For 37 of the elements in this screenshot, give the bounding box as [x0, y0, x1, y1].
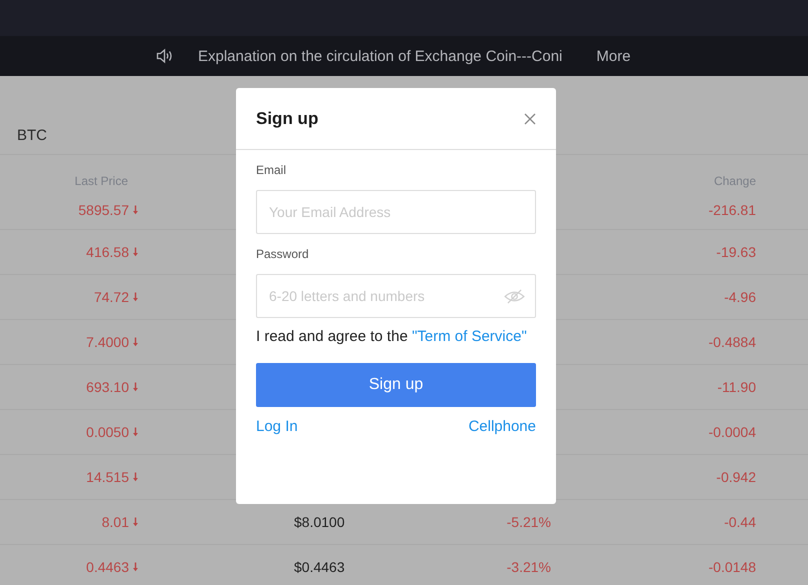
- last-price: 14.515: [86, 469, 129, 485]
- change-value: -216.81: [708, 202, 756, 218]
- cellphone-link[interactable]: Cellphone: [468, 418, 536, 435]
- terms-link[interactable]: "Term of Service": [412, 328, 527, 345]
- field-label: Password: [256, 247, 310, 261]
- field-label: Email: [256, 163, 288, 177]
- change-percent: -5.21%: [506, 514, 551, 530]
- last-price: 0.0050: [86, 424, 129, 440]
- usd-price: $0.4463: [294, 559, 345, 575]
- last-price: 5895.57: [78, 202, 129, 218]
- change-value: -0.0148: [708, 559, 756, 575]
- change-value: -0.4884: [708, 334, 756, 350]
- login-link[interactable]: Log In: [256, 418, 298, 435]
- usd-price: $8.0100: [294, 514, 345, 530]
- last-price: 0.4463: [86, 559, 129, 575]
- change-value: -0.942: [716, 469, 756, 485]
- change-value: -19.63: [716, 244, 756, 260]
- more-link[interactable]: More: [596, 48, 631, 64]
- column-header: Last Price: [74, 174, 128, 188]
- change-value: -0.0004: [708, 424, 756, 440]
- dialog-title: Sign up: [256, 108, 318, 128]
- last-price: 74.72: [94, 289, 129, 305]
- change-value: -11.90: [717, 379, 756, 395]
- market-title: BTC: [17, 127, 47, 144]
- speaker-icon: [156, 48, 174, 64]
- signup-button[interactable]: Sign up: [256, 363, 536, 407]
- column-header: Change: [714, 174, 756, 188]
- last-price: 8.01: [102, 514, 129, 530]
- change-percent: -3.21%: [506, 559, 551, 575]
- change-value: -0.44: [724, 514, 756, 530]
- close-icon[interactable]: [524, 112, 536, 124]
- last-price: 693.10: [86, 379, 129, 395]
- last-price: 416.58: [86, 244, 129, 260]
- change-value: -4.96: [724, 289, 756, 305]
- notice-text[interactable]: Explanation on the circulation of Exchange Coin---Coni: [198, 48, 562, 64]
- agreement-text: I read and agree to the "Term of Service": [256, 328, 528, 345]
- last-price: 7.4000: [86, 334, 129, 350]
